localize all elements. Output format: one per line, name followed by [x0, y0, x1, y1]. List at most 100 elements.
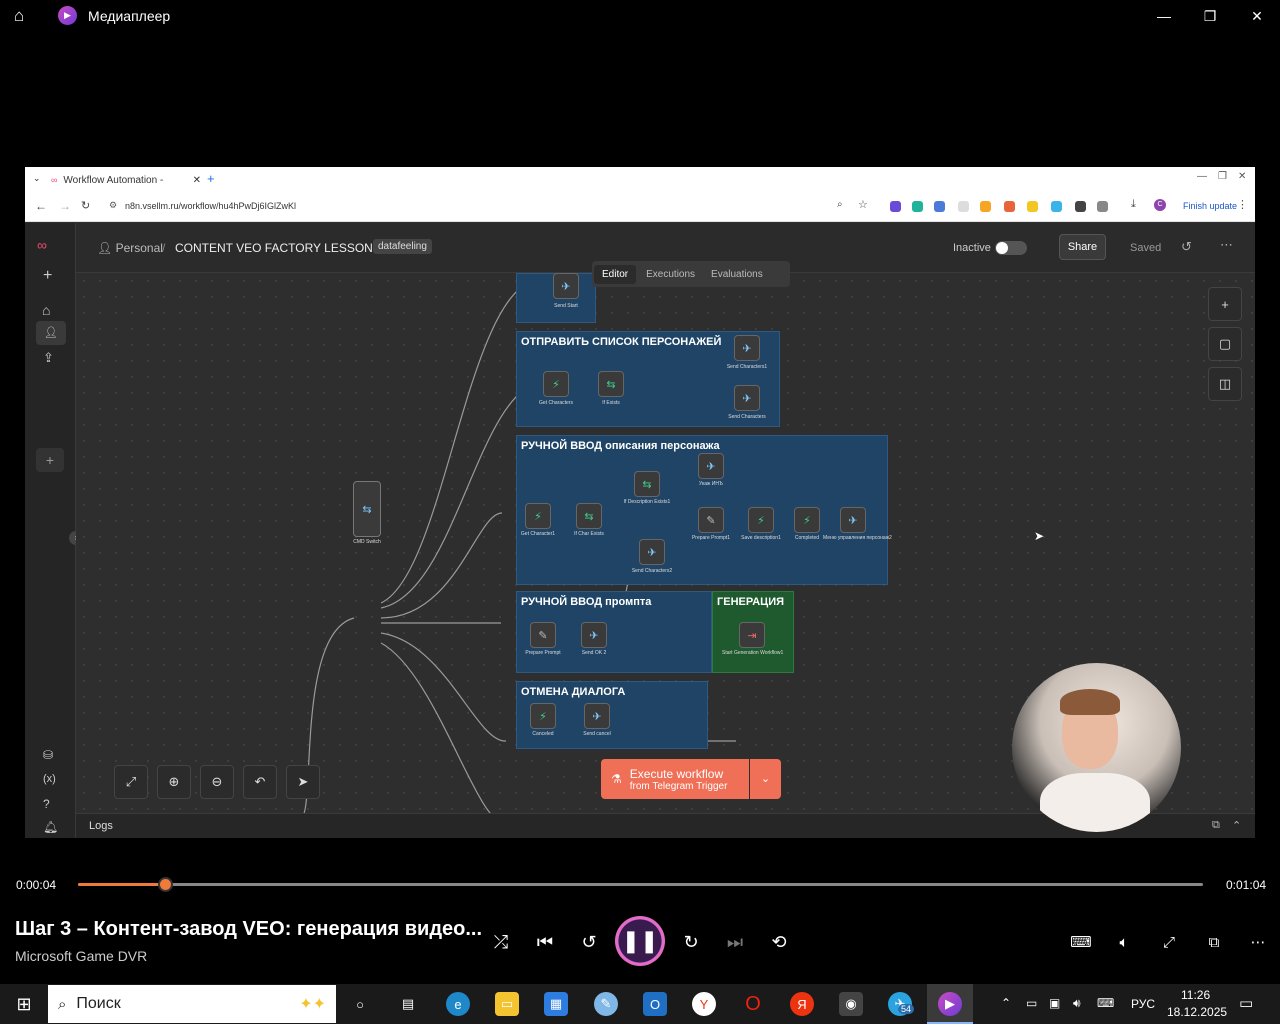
telegram-node-send-start[interactable]: ✈	[553, 273, 579, 299]
extension-icon[interactable]	[1051, 201, 1062, 212]
taskbar-search[interactable]: ⌕ Поиск ✦✦	[48, 985, 336, 1023]
sticky-note-button[interactable]: ▢	[1208, 327, 1242, 361]
share-button[interactable]: Share	[1059, 234, 1106, 260]
tray-meet-icon[interactable]: ▭	[1026, 996, 1037, 1010]
tab-close-icon[interactable]: ✕	[193, 175, 201, 186]
close-button[interactable]: ✕	[1234, 0, 1280, 32]
edit-node-prepare-prompt1[interactable]: ✎	[698, 507, 724, 533]
clock-time[interactable]: 11:26	[1181, 988, 1210, 1002]
network-icon[interactable]: ▣	[1049, 996, 1060, 1010]
home-icon[interactable]: ⌂	[14, 6, 24, 26]
personal-icon[interactable]: 👤︎	[36, 321, 66, 345]
extension-icon[interactable]	[912, 201, 923, 212]
media-player-taskbar-icon[interactable]: ▶	[938, 992, 962, 1016]
tab-evaluations[interactable]: Evaluations	[705, 265, 769, 284]
keyboard-icon[interactable]: ⌨	[1097, 996, 1114, 1010]
browser-menu-icon[interactable]: ⋮	[1237, 198, 1248, 211]
tray-overflow-icon[interactable]: ⌃	[1001, 996, 1011, 1010]
browser-tab[interactable]: ∞ Workflow Automation - ✕	[51, 170, 201, 190]
extension-icon[interactable]	[1027, 201, 1038, 212]
yandex-browser-icon[interactable]: Y	[692, 992, 716, 1016]
supabase-node-save-description1[interactable]: ⚡	[748, 507, 774, 533]
telegram-node-send-characters1[interactable]: ✈	[734, 335, 760, 361]
browser-restore-icon[interactable]: ❐	[1218, 171, 1227, 182]
paint-icon[interactable]: ✎	[594, 992, 618, 1016]
active-toggle[interactable]	[995, 241, 1027, 255]
home-icon[interactable]: ⌂	[42, 302, 50, 318]
extension-icon[interactable]	[980, 201, 991, 212]
execute-workflow-button[interactable]: ⚗ Execute workflow from Telegram Trigger	[601, 759, 749, 799]
workflow-tag[interactable]: datafeeling	[373, 239, 432, 254]
miniplayer-icon[interactable]: ⧉	[1203, 930, 1225, 954]
forward-30-icon[interactable]: ↻	[680, 930, 702, 954]
more-options-icon[interactable]: ⋯	[1247, 930, 1269, 954]
add-icon[interactable]: +	[43, 267, 52, 285]
switch-node-cmd-switch[interactable]: ⇆	[353, 481, 381, 537]
extension-icon[interactable]	[958, 201, 969, 212]
forward-icon[interactable]: →	[59, 199, 71, 213]
bookmark-star-icon[interactable]: ☆	[858, 198, 868, 211]
tab-menu-icon[interactable]: ⌄	[33, 173, 41, 184]
telegram-node-instruction[interactable]: ✈	[698, 453, 724, 479]
if-node-exists[interactable]: ⇆	[598, 371, 624, 397]
logs-expand-icon[interactable]: ⌃	[1232, 819, 1241, 832]
download-icon[interactable]: ⤓	[1131, 198, 1136, 211]
variables-icon[interactable]: (x)	[43, 773, 56, 785]
edit-node-prepare-prompt[interactable]: ✎	[530, 622, 556, 648]
more-options-icon[interactable]: ⋯	[1220, 237, 1233, 253]
task-view-icon[interactable]: ▤	[396, 992, 420, 1016]
add-project-icon[interactable]: +	[36, 448, 64, 472]
logs-popout-icon[interactable]: ⧉	[1212, 819, 1220, 832]
back-icon[interactable]: ←	[35, 199, 47, 213]
execute-dropdown-button[interactable]: ⌄	[750, 759, 781, 799]
telegram-node-send-ok2[interactable]: ✈	[581, 622, 607, 648]
next-icon[interactable]: ⏭	[724, 930, 746, 954]
extension-icon[interactable]	[934, 201, 945, 212]
extension-icon[interactable]	[890, 201, 901, 212]
repeat-icon[interactable]: ⟲	[768, 930, 790, 954]
pause-button[interactable]: ❚❚	[615, 916, 665, 966]
extensions-puzzle-icon[interactable]	[1097, 201, 1108, 212]
subtitles-icon[interactable]: ⌨	[1070, 930, 1092, 954]
telegram-node-send-characters2[interactable]: ✈	[639, 539, 665, 565]
n8n-logo-icon[interactable]: ∞	[37, 237, 47, 253]
file-explorer-icon[interactable]: ▭	[495, 992, 519, 1016]
volume-tray-icon[interactable]: 🔊︎	[1073, 996, 1081, 1011]
tab-executions[interactable]: Executions	[640, 265, 701, 284]
cursor-tool-button[interactable]: ➤	[286, 765, 320, 799]
url-field[interactable]: n8n.vsellm.ru/workflow/hu4hPwDj6IGlZwKl	[125, 201, 296, 211]
add-node-button[interactable]: +	[1208, 287, 1242, 321]
opera-icon[interactable]: O	[741, 992, 765, 1016]
share-icon[interactable]: ⇪	[43, 350, 54, 366]
language-indicator[interactable]: РУС	[1131, 997, 1155, 1011]
undo-button[interactable]: ↶	[243, 765, 277, 799]
minimize-button[interactable]: —	[1141, 0, 1187, 32]
extension-icon[interactable]	[1075, 201, 1086, 212]
windows-start-icon[interactable]: ⊞	[12, 992, 36, 1016]
tab-editor[interactable]: Editor	[594, 264, 637, 284]
clock-date[interactable]: 18.12.2025	[1167, 1005, 1227, 1019]
video-frame[interactable]: ⌄ ∞ Workflow Automation - ✕ + — ❐ ✕ ← → …	[25, 167, 1255, 838]
edge-icon[interactable]: e	[446, 992, 470, 1016]
shuffle-icon[interactable]: ⤮	[490, 930, 512, 954]
telegram-node-character-menu[interactable]: ✈	[840, 507, 866, 533]
side-panel-button[interactable]: ◫	[1208, 367, 1242, 401]
fullscreen-icon[interactable]: ⤢	[1158, 930, 1180, 954]
if-node-char-exists[interactable]: ⇆	[576, 503, 602, 529]
previous-icon[interactable]: ⏮	[534, 930, 556, 954]
if-node-description-exists1[interactable]: ⇆	[634, 471, 660, 497]
templates-icon[interactable]: ⛁	[43, 748, 53, 762]
outlook-icon[interactable]: O	[643, 992, 667, 1016]
history-icon[interactable]: ↺	[1181, 239, 1192, 255]
seek-thumb[interactable]	[157, 877, 173, 892]
breadcrumb-owner[interactable]: 👤︎ Personal	[97, 241, 163, 255]
supabase-node-completed[interactable]: ⚡	[794, 507, 820, 533]
supabase-node-canceled[interactable]: ⚡	[530, 703, 556, 729]
reload-icon[interactable]: ↻	[81, 199, 90, 212]
cortana-icon[interactable]: ○	[348, 992, 372, 1016]
volume-icon[interactable]: 🔈︎	[1113, 930, 1135, 954]
new-tab-icon[interactable]: +	[207, 171, 215, 186]
workflow-name[interactable]: CONTENT VEO FACTORY LESSON	[175, 241, 373, 255]
telegram-node-send-characters[interactable]: ✈	[734, 385, 760, 411]
finish-update-button[interactable]: Finish update	[1183, 201, 1237, 211]
